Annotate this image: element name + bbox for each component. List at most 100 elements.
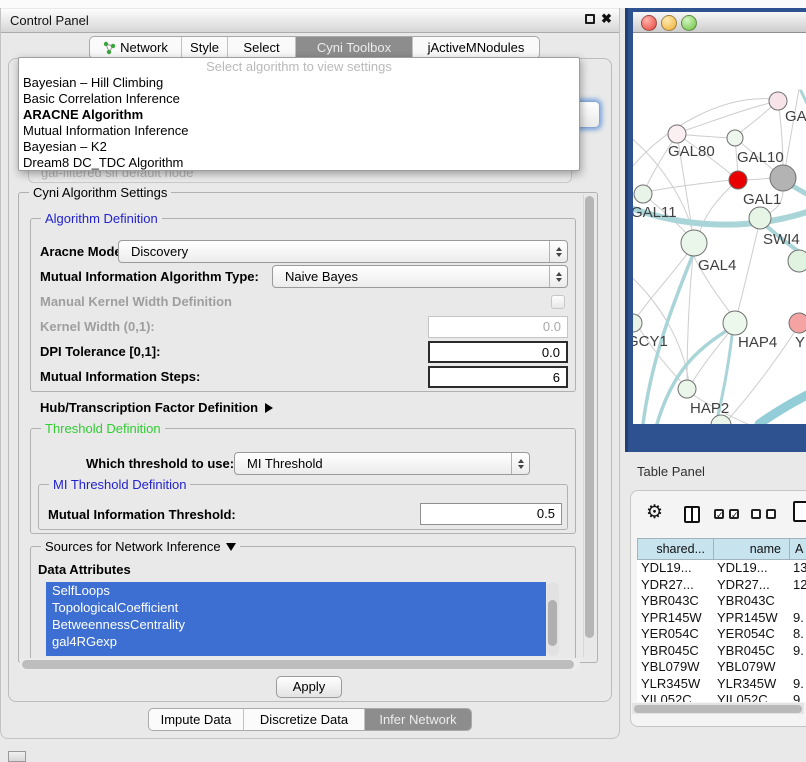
table-row[interactable]: YBR045CYBR045C9. xyxy=(637,643,806,660)
algorithm-dropdown-item[interactable]: Mutual Information Inference xyxy=(19,123,579,139)
table-row[interactable]: YPR145WYPR145W9. xyxy=(637,610,806,627)
tab-select[interactable]: Select xyxy=(227,37,295,58)
network-node[interactable] xyxy=(678,380,696,398)
network-window-titlebar[interactable] xyxy=(633,12,806,33)
table-cell xyxy=(789,593,806,610)
node-label: GAL10 xyxy=(737,149,784,166)
tab-discretize-data[interactable]: Discretize Data xyxy=(243,709,364,730)
column-header-shared[interactable]: shared... xyxy=(638,539,714,559)
table-cell: YER054C xyxy=(713,626,789,643)
table-cell: YPR145W xyxy=(713,610,789,627)
panel-corner-icon[interactable] xyxy=(8,751,26,762)
attribute-item[interactable]: SelfLoops xyxy=(46,582,546,599)
gear-icon[interactable]: ⚙ xyxy=(646,502,663,524)
mi-algorithm-type-combo[interactable]: Naive Bayes xyxy=(272,265,568,288)
close-icon[interactable]: ✖ xyxy=(601,11,612,27)
close-traffic-light[interactable] xyxy=(641,15,657,31)
table-row[interactable]: YER054CYER054C8. xyxy=(637,626,806,643)
network-node[interactable] xyxy=(681,230,707,256)
algorithm-dropdown-item[interactable]: Basic Correlation Inference xyxy=(19,91,579,107)
algorithm-dropdown-item[interactable]: Dream8 DC_TDC Algorithm xyxy=(19,155,579,171)
hub-definition-toggle[interactable]: Hub/Transcription Factor Definition xyxy=(40,400,273,415)
group-title: Cyni Algorithm Settings xyxy=(29,185,171,200)
network-canvas[interactable]: GALGAL80GAL10GAL1GAL11SWI4GAL4GCY1HAP4YH… xyxy=(633,33,806,424)
column-view-icon[interactable] xyxy=(684,506,700,523)
network-node[interactable] xyxy=(789,313,806,333)
column-header-name[interactable]: name xyxy=(714,539,790,559)
network-node[interactable] xyxy=(788,250,806,272)
checked-checkbox-icon[interactable]: ✓ xyxy=(729,509,739,519)
table-cell: YBR043C xyxy=(637,593,713,610)
tab-jactivemnodules[interactable]: jActiveMNodules xyxy=(412,37,539,58)
table-row[interactable]: YBR043CYBR043C xyxy=(637,593,806,610)
table-cell: YLR345W xyxy=(637,676,713,693)
settings-vertical-scrollbar-thumb[interactable] xyxy=(585,196,594,638)
attributes-scrollbar-thumb[interactable] xyxy=(548,600,557,646)
node-label: GAL4 xyxy=(698,257,736,274)
node-label: GAL1 xyxy=(743,191,781,208)
zoom-traffic-light[interactable] xyxy=(681,15,697,31)
dpi-tolerance-label: DPI Tolerance [0,1]: xyxy=(40,344,160,359)
collapse-down-icon[interactable] xyxy=(226,543,236,551)
algorithm-dropdown-item[interactable]: Bayesian – Hill Climbing xyxy=(19,75,579,91)
table-cell: YBL079W xyxy=(713,659,789,676)
tab-network[interactable]: Network xyxy=(90,37,181,58)
tab-style[interactable]: Style xyxy=(181,37,227,58)
checked-checkbox-icon[interactable]: ✓ xyxy=(714,509,724,519)
node-label: GAL11 xyxy=(633,204,677,221)
table-horizontal-scrollbar-thumb[interactable] xyxy=(634,705,802,713)
network-node[interactable] xyxy=(633,314,642,332)
network-node[interactable] xyxy=(727,130,743,146)
table-row[interactable]: YDL19...YDL19...13 xyxy=(637,560,806,577)
attribute-item-partial[interactable] xyxy=(46,650,546,656)
tab-label: Cyni Toolbox xyxy=(317,37,391,58)
manual-kernel-checkbox[interactable] xyxy=(551,295,565,309)
table-row[interactable]: YDR27...YDR27...12 xyxy=(637,577,806,594)
table-header[interactable]: shared... name A xyxy=(637,538,806,560)
network-node[interactable] xyxy=(723,311,747,335)
network-node[interactable] xyxy=(749,207,771,229)
node-label: Y xyxy=(795,334,805,351)
attribute-item[interactable]: TopologicalCoefficient xyxy=(46,599,546,616)
network-node[interactable] xyxy=(634,185,652,203)
mi-steps-label: Mutual Information Steps: xyxy=(40,369,200,384)
tab-cyni-toolbox[interactable]: Cyni Toolbox xyxy=(295,37,412,58)
mi-threshold-field[interactable]: 0.5 xyxy=(420,503,562,525)
mi-steps-field[interactable]: 6 xyxy=(428,366,568,388)
aracne-mode-combo[interactable]: Discovery xyxy=(118,240,568,263)
combo-value: Naive Bayes xyxy=(285,269,358,284)
combo-arrows-icon xyxy=(549,241,567,262)
algorithm-dropdown-item[interactable]: Bayesian – K2 xyxy=(19,139,579,155)
network-node[interactable] xyxy=(729,171,747,189)
algorithm-dropdown-list: Bayesian – Hill ClimbingBasic Correlatio… xyxy=(19,75,579,171)
table-row[interactable]: YBL079WYBL079W xyxy=(637,659,806,676)
unchecked-checkbox-icon[interactable] xyxy=(766,509,776,519)
float-window-icon[interactable] xyxy=(585,14,595,24)
tab-infer-network[interactable]: Infer Network xyxy=(364,709,471,730)
which-threshold-label: Which threshold to use: xyxy=(86,456,234,471)
table-row[interactable]: YLR345WYLR345W9. xyxy=(637,676,806,693)
table-row[interactable]: YIL052CYIL052C9 xyxy=(637,692,806,702)
attribute-item[interactable]: BetweennessCentrality xyxy=(46,616,546,633)
import-table-icon[interactable] xyxy=(793,501,806,522)
algorithm-dropdown-item[interactable]: ARACNE Algorithm xyxy=(19,107,579,123)
table-body[interactable]: YDL19...YDL19...13YDR27...YDR27...12YBR0… xyxy=(637,560,806,702)
top-tab-bar: Network Style Select Cyni Toolbox jActiv… xyxy=(89,36,540,59)
minimize-traffic-light[interactable] xyxy=(661,15,677,31)
tab-impute-data[interactable]: Impute Data xyxy=(149,709,243,730)
which-threshold-combo[interactable]: MI Threshold xyxy=(234,452,530,475)
column-header-partial[interactable]: A xyxy=(790,539,806,559)
network-node[interactable] xyxy=(668,125,686,143)
settings-horizontal-scrollbar-thumb[interactable] xyxy=(22,660,574,669)
unchecked-checkbox-icon[interactable] xyxy=(751,509,761,519)
data-attributes-list[interactable]: SelfLoopsTopologicalCoefficientBetweenne… xyxy=(46,582,546,656)
network-nodes[interactable]: GALGAL80GAL10GAL1GAL11SWI4GAL4GCY1HAP4YH… xyxy=(633,92,806,424)
table-cell: YPR145W xyxy=(637,610,713,627)
network-node[interactable] xyxy=(770,165,796,191)
dpi-tolerance-field[interactable]: 0.0 xyxy=(428,341,568,363)
attribute-item[interactable]: gal4RGexp xyxy=(46,633,546,650)
apply-button[interactable]: Apply xyxy=(276,676,342,698)
group-title: Sources for Network Inference xyxy=(41,539,240,554)
kernel-width-field[interactable]: 0.0 xyxy=(428,316,568,338)
table-cell: YDR27... xyxy=(713,577,789,594)
